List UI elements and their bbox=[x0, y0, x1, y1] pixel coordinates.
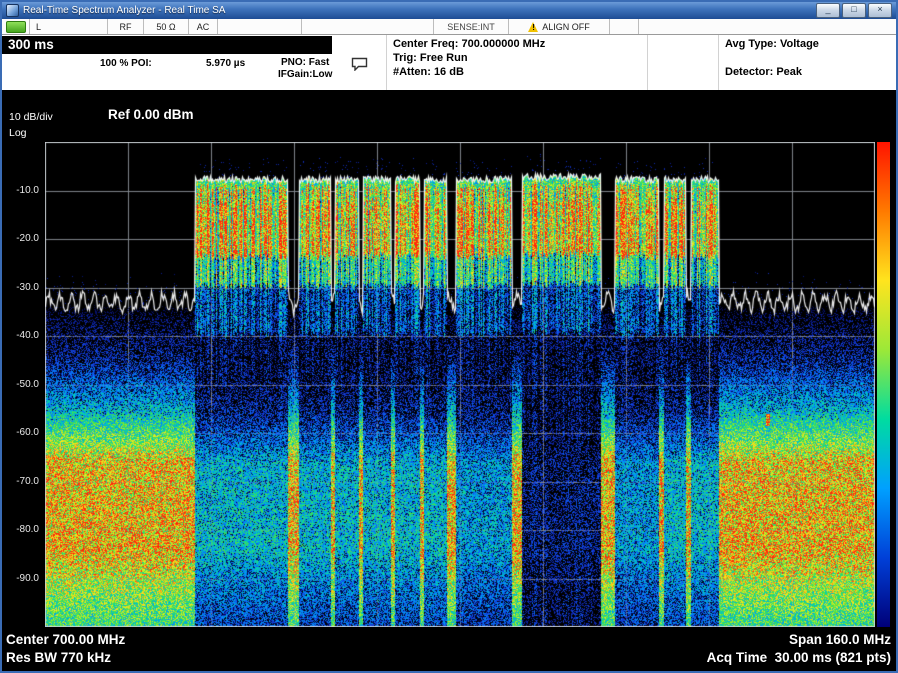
impedance-label: 50 Ω bbox=[144, 19, 189, 34]
align-status-cell: ALIGN OFF bbox=[509, 19, 610, 34]
input-active-icon bbox=[6, 21, 26, 33]
app-window: Real-Time Spectrum Analyzer - Real Time … bbox=[0, 0, 898, 673]
maximize-button[interactable]: □ bbox=[842, 3, 866, 18]
status-spacer bbox=[610, 19, 639, 34]
center-freq-annotation: Center 700.00 MHz bbox=[6, 632, 125, 647]
center-freq-label: Center Freq: 700.000000 MHz bbox=[393, 38, 545, 50]
title-bar[interactable]: Real-Time Spectrum Analyzer - Real Time … bbox=[2, 2, 896, 19]
y-axis-label: -40.0 bbox=[16, 330, 39, 341]
window-title: Real-Time Spectrum Analyzer - Real Time … bbox=[23, 2, 225, 19]
rf-label: RF bbox=[108, 19, 144, 34]
avg-type-label: Avg Type: Voltage bbox=[725, 38, 819, 50]
y-axis-label: -60.0 bbox=[16, 427, 39, 438]
poi-value: 5.970 µs bbox=[206, 58, 245, 69]
spectrum-canvas[interactable] bbox=[45, 142, 875, 627]
y-axis-label: -30.0 bbox=[16, 282, 39, 293]
column-separator bbox=[647, 35, 648, 90]
warning-icon bbox=[528, 22, 539, 32]
message-bubble-icon bbox=[351, 57, 369, 71]
ifgain-label: IFGain:Low bbox=[278, 69, 332, 80]
status-spacer bbox=[302, 19, 434, 34]
trigger-label: Trig: Free Run bbox=[393, 52, 468, 64]
app-icon bbox=[6, 4, 19, 17]
input-status-cell bbox=[2, 19, 30, 34]
y-axis-label: -50.0 bbox=[16, 379, 39, 390]
acq-indicator: 300 ms bbox=[2, 36, 332, 54]
minimize-button[interactable]: _ bbox=[816, 3, 840, 18]
measurement-bar: 300 ms 100 % POI: 5.970 µs PNO: Fast IFG… bbox=[2, 35, 896, 90]
poi-label: 100 % POI: bbox=[100, 58, 152, 69]
close-button[interactable]: × bbox=[868, 3, 892, 18]
column-separator bbox=[718, 35, 719, 90]
scale-label: 10 dB/div bbox=[9, 111, 53, 123]
coupling-label: AC bbox=[189, 19, 218, 34]
span-annotation: Span 160.0 MHz bbox=[789, 632, 891, 647]
y-axis-label: -80.0 bbox=[16, 524, 39, 535]
acq-time-annotation: Acq Time 30.00 ms (821 pts) bbox=[707, 650, 891, 665]
y-axis-labels: -10.0 -20.0 -30.0 -40.0 -50.0 -60.0 -70.0 -80.0… bbox=[2, 142, 41, 627]
density-colorbar bbox=[877, 142, 890, 627]
atten-label: #Atten: 16 dB bbox=[393, 66, 464, 78]
pno-label: PNO: Fast bbox=[281, 57, 329, 68]
sense-label: SENSE:INT bbox=[434, 19, 509, 34]
input-path-label: L bbox=[30, 19, 108, 34]
column-separator bbox=[386, 35, 387, 90]
spectrum-display: 10 dB/div Ref 0.00 dBm Log -10.0 -20.0 -30… bbox=[2, 90, 896, 671]
status-bar: L RF 50 Ω AC SENSE:INT ALIGN OFF bbox=[2, 19, 896, 35]
y-axis-label: -90.0 bbox=[16, 573, 39, 584]
ref-level-label: Ref 0.00 dBm bbox=[108, 107, 194, 122]
status-spacer bbox=[218, 19, 302, 34]
status-spacer bbox=[639, 19, 896, 34]
align-off-label: ALIGN OFF bbox=[542, 22, 590, 32]
detector-label: Detector: Peak bbox=[725, 66, 802, 78]
rbw-annotation: Res BW 770 kHz bbox=[6, 650, 111, 665]
y-axis-label: -70.0 bbox=[16, 476, 39, 487]
log-scale-label: Log bbox=[9, 127, 27, 139]
y-axis-label: -10.0 bbox=[16, 185, 39, 196]
y-axis-label: -20.0 bbox=[16, 233, 39, 244]
window-controls: _ □ × bbox=[816, 3, 892, 18]
